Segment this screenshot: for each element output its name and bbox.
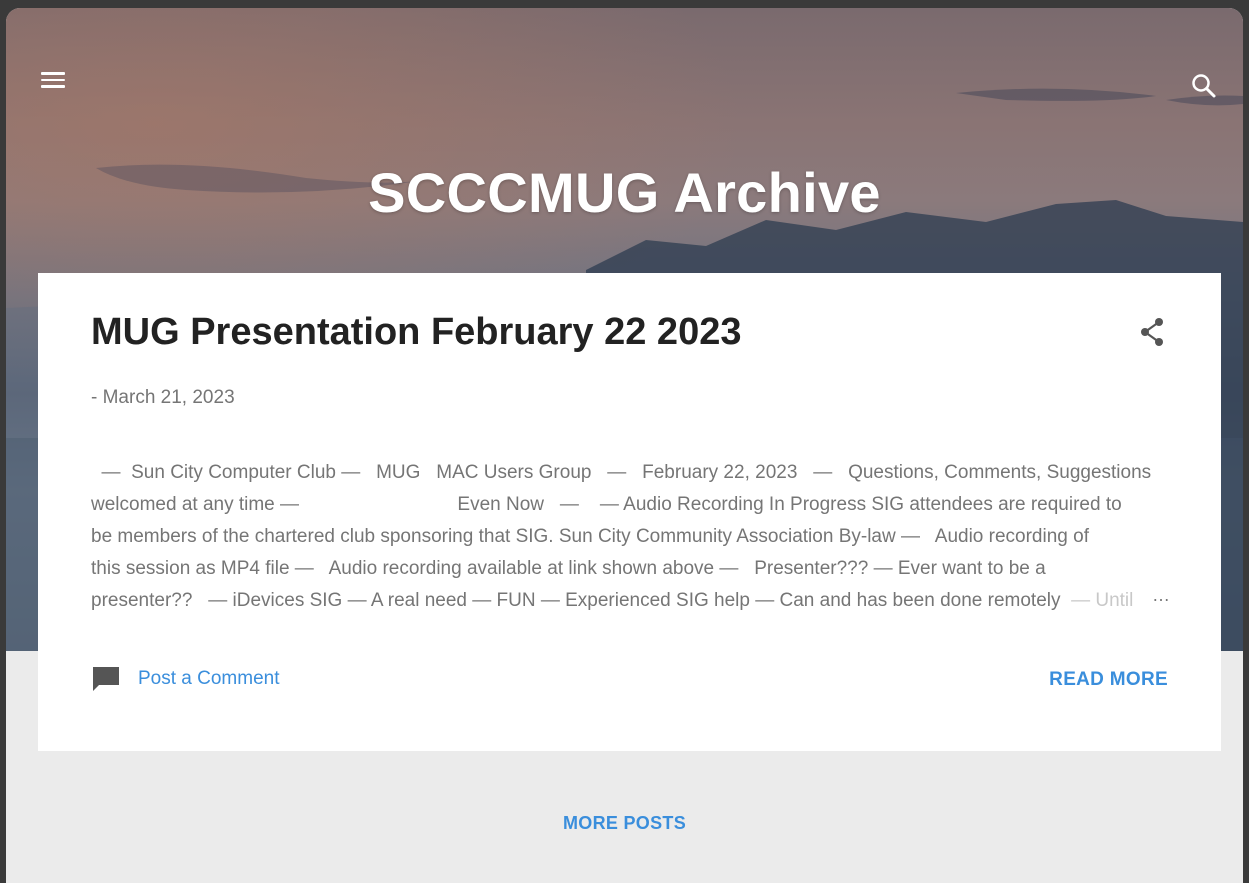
search-icon: [1192, 74, 1216, 98]
blog-page: SCCCMUG Archive MUG Presentation Februar…: [6, 8, 1243, 883]
post-snippet: — Sun City Computer Club — MUG MAC Users…: [91, 462, 1152, 611]
post-date[interactable]: - March 21, 2023: [91, 387, 235, 409]
share-icon: [1141, 318, 1163, 346]
post-title[interactable]: MUG Presentation February 22 2023: [91, 311, 741, 354]
menu-button[interactable]: [36, 63, 70, 97]
post-comment-label: Post a Comment: [138, 668, 280, 689]
blog-title[interactable]: SCCCMUG Archive: [6, 160, 1243, 225]
comment-icon: [93, 667, 119, 691]
read-more-button[interactable]: READ MORE: [1049, 669, 1168, 691]
snippet-ellipsis: …: [1152, 585, 1170, 605]
post-card: MUG Presentation February 22 2023 - Marc…: [38, 273, 1221, 751]
hamburger-menu-icon: [41, 72, 65, 75]
more-posts-button[interactable]: MORE POSTS: [6, 813, 1243, 834]
search-button[interactable]: [1188, 70, 1220, 102]
post-comment-link[interactable]: Post a Comment: [91, 665, 280, 693]
share-button[interactable]: [1136, 315, 1168, 349]
